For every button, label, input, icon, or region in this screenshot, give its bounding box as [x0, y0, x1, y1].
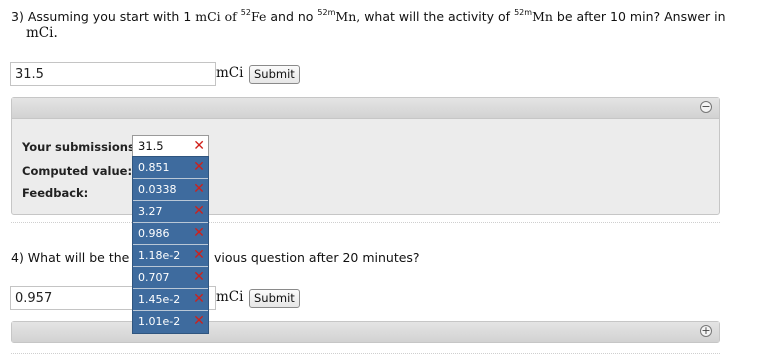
remove-icon[interactable]: ✕ — [191, 313, 207, 329]
expand-icon[interactable]: + — [700, 325, 712, 337]
submit-button-q4[interactable]: Submit — [249, 289, 300, 308]
divider — [11, 353, 720, 354]
question-number: 3) — [11, 9, 24, 24]
divider — [11, 222, 720, 223]
submissions-dropdown: 0.851 ✕ 0.0338 ✕ 3.27 ✕ 0.986 ✕ 1.18e-2 ✕ 0.7… — [132, 156, 209, 334]
your-submissions-label: Your submissions: — [22, 140, 140, 154]
remove-icon[interactable]: ✕ — [191, 203, 207, 219]
dropdown-option[interactable]: 0.707 ✕ — [133, 267, 208, 289]
collapse-icon[interactable]: − — [700, 101, 712, 113]
remove-icon[interactable]: ✕ — [191, 247, 207, 263]
dropdown-option[interactable]: 0.0338 ✕ — [133, 179, 208, 201]
dropdown-option[interactable]: 1.01e-2 ✕ — [133, 311, 208, 333]
submit-button-q3[interactable]: Submit — [249, 65, 300, 84]
submission-panel-q3: − — [11, 97, 720, 215]
dropdown-option[interactable]: 0.986 ✕ — [133, 223, 208, 245]
remove-icon[interactable]: ✕ — [191, 159, 207, 175]
remove-icon[interactable]: ✕ — [191, 225, 207, 241]
panel-header[interactable]: − — [12, 98, 719, 119]
unit-label-q3: mCi — [216, 65, 244, 81]
remove-icon[interactable]: ✕ — [191, 291, 207, 307]
remove-icon[interactable]: ✕ — [191, 269, 207, 285]
feedback-label: Feedback: — [22, 186, 89, 200]
dropdown-option[interactable]: 3.27 ✕ — [133, 201, 208, 223]
remove-icon[interactable]: ✕ — [193, 138, 205, 154]
current-submission-value: 31.5 — [138, 139, 164, 153]
answer-input-q3[interactable] — [10, 62, 216, 86]
dropdown-option[interactable]: 1.45e-2 ✕ — [133, 289, 208, 311]
unit-label-q4: mCi — [216, 289, 244, 305]
submissions-select[interactable]: 31.5 ✕ — [132, 135, 209, 157]
question-4-suffix: vious question after 20 minutes? — [214, 250, 420, 265]
question-4-prefix: 4) What will be the a — [11, 250, 141, 265]
dropdown-option[interactable]: 1.18e-2 ✕ — [133, 245, 208, 267]
remove-icon[interactable]: ✕ — [191, 181, 207, 197]
panel-header[interactable]: + — [12, 322, 719, 342]
dropdown-option[interactable]: 0.851 ✕ — [133, 157, 208, 179]
submission-panel-q4: + — [11, 321, 720, 343]
question-3-text: 3) Assuming you start with 1 mCi of 52Fe… — [11, 8, 726, 25]
question-3-unit-line: mCi. — [26, 25, 58, 41]
